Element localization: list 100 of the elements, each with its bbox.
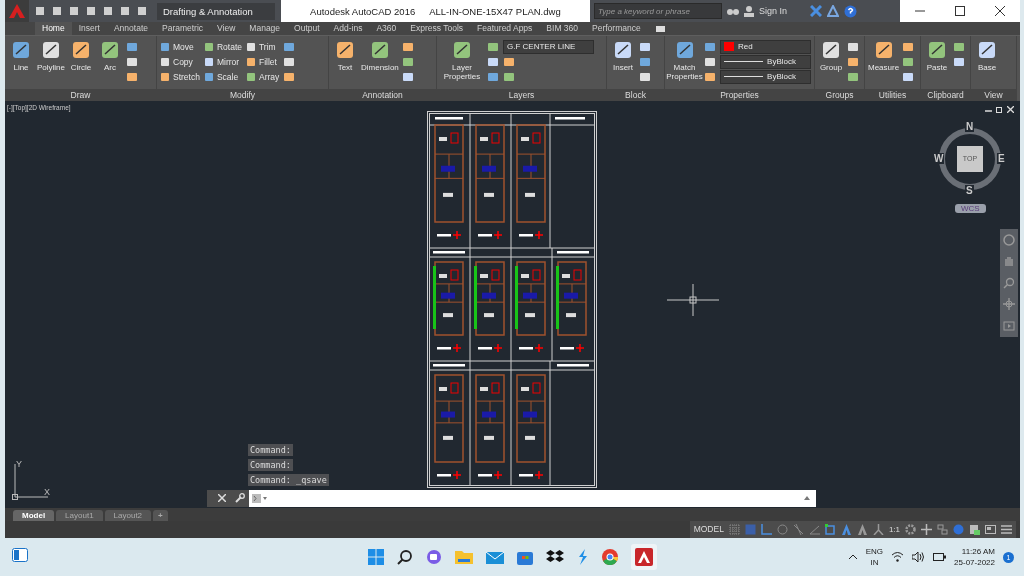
panel-title[interactable]: Draw (5, 88, 156, 101)
language-label[interactable]: ENG (865, 546, 884, 557)
compass-letter[interactable]: E (997, 152, 1006, 164)
tool-icon[interactable] (639, 55, 651, 68)
lightning-icon[interactable] (576, 549, 589, 565)
tool-icon[interactable] (126, 70, 138, 83)
ribbon-tab[interactable]: BIM 360 (539, 22, 585, 35)
property-dropdown[interactable]: Red (720, 39, 811, 54)
ribbon-tool-button[interactable]: Trim (246, 41, 280, 52)
network-icon[interactable] (827, 5, 840, 17)
compass-letter[interactable]: S (965, 184, 974, 196)
ribbon-tool-button[interactable]: Group (818, 39, 844, 89)
panel-title[interactable]: View (971, 88, 1016, 101)
ribbon-tab[interactable]: Featured Apps (470, 22, 540, 35)
annotation-scale-button[interactable]: 1:1 (888, 525, 900, 534)
ribbon-tool-button[interactable]: Text (332, 39, 358, 89)
folder-icon[interactable] (454, 549, 473, 565)
panel-title[interactable]: Groups (815, 88, 864, 101)
exchange-icon[interactable] (810, 5, 823, 17)
speaker-icon[interactable] (912, 552, 926, 562)
history-dropdown-icon[interactable] (804, 496, 810, 501)
tool-icon[interactable] (401, 40, 414, 53)
tool-icon[interactable] (283, 40, 296, 53)
ribbon-tab[interactable]: Add-ins (326, 22, 370, 35)
ribbon-tool-button[interactable]: Rotate (203, 41, 242, 52)
mail-icon[interactable] (485, 550, 504, 564)
tool-icon[interactable] (503, 55, 515, 68)
clock-time[interactable]: 11:26 AM (961, 546, 995, 557)
clock-date[interactable]: 25-07-2022 (954, 557, 995, 568)
autocad-taskbar-button[interactable] (630, 544, 657, 570)
ribbon-tool-button[interactable]: Dimension (361, 39, 399, 89)
panel-title[interactable]: Utilities (865, 88, 920, 101)
close-icon[interactable] (995, 6, 1005, 16)
panel-title[interactable]: Clipboard (921, 88, 970, 101)
ribbon-tab[interactable]: Manage (242, 22, 288, 35)
panel-title[interactable]: Modify (157, 88, 328, 101)
ribbon-tab[interactable]: A360 (369, 22, 404, 35)
ribbon-tool-button[interactable]: Circle (68, 39, 94, 89)
tool-icon[interactable] (847, 70, 859, 83)
region-label[interactable]: IN (870, 557, 879, 568)
search-field[interactable]: Type a keyword or phrase (594, 3, 722, 19)
application-menu-button[interactable] (5, 0, 29, 22)
ribbon-tool-button[interactable]: Base (974, 39, 1000, 89)
tool-icon[interactable] (283, 70, 296, 83)
panel-title[interactable]: Layers (437, 88, 606, 101)
menu-icon[interactable] (1001, 524, 1012, 535)
panel-title[interactable]: Properties (665, 88, 814, 101)
tool-icon[interactable] (902, 40, 915, 53)
ribbon-tool-button[interactable]: Scale (203, 71, 242, 82)
tool-icon[interactable] (487, 70, 499, 83)
tool-icon[interactable] (639, 40, 651, 53)
command-input-field[interactable] (249, 489, 816, 507)
zoom-icon[interactable] (1003, 276, 1015, 289)
ribbon-tool-button[interactable]: Polyline (37, 39, 65, 89)
store-icon[interactable] (516, 549, 533, 565)
ribbon-tab[interactable]: Performance (585, 22, 648, 35)
tool-icon[interactable] (283, 55, 296, 68)
ribbon-tool-button[interactable]: Mirror (203, 56, 242, 67)
steering-wheel-icon[interactable] (1003, 233, 1015, 246)
ribbon-tool-button[interactable]: Match Properties (668, 39, 701, 89)
restore-icon[interactable] (996, 105, 1003, 113)
plus-icon[interactable] (921, 524, 932, 535)
ribbon-tool-button[interactable]: Arc (97, 39, 123, 89)
tool-icon[interactable] (487, 55, 499, 68)
model-space-button[interactable]: MODEL (693, 524, 724, 535)
ribbon-tool-button[interactable]: Layer Properties (440, 39, 484, 89)
tool-icon[interactable] (401, 55, 414, 68)
help-icon[interactable] (844, 4, 858, 18)
panel-title[interactable]: Block (607, 88, 664, 101)
start-icon[interactable] (367, 549, 384, 565)
dropbox-icon[interactable] (545, 549, 564, 565)
tool-icon[interactable] (487, 40, 499, 53)
ribbon-tab[interactable]: Annotate (106, 22, 155, 35)
orbit-icon[interactable] (1003, 298, 1015, 311)
workspace-dropdown[interactable]: Drafting & Annotation (157, 2, 275, 20)
ribbon-tool-button[interactable]: Move (160, 41, 200, 52)
panel-title[interactable]: Annotation (329, 88, 436, 101)
ribbon-tool-button[interactable]: Insert (610, 39, 636, 89)
ucs-menu-button[interactable]: WCS (955, 203, 986, 213)
property-dropdown[interactable]: G.F CENTER LINE (503, 39, 594, 54)
tool-icon[interactable] (704, 70, 716, 83)
ribbon-tool-button[interactable]: Array (246, 71, 280, 82)
ribbon-tool-button[interactable]: Measure (868, 39, 900, 89)
ribbon-tab[interactable]: Parametric (155, 22, 211, 35)
chevron-up-icon[interactable] (847, 554, 858, 560)
tool-icon[interactable] (639, 70, 651, 83)
chat-icon[interactable] (425, 549, 442, 565)
wifi-icon[interactable] (891, 552, 905, 562)
gear-icon[interactable] (905, 524, 916, 535)
tool-icon[interactable] (847, 55, 859, 68)
ribbon-tool-button[interactable]: Fillet (246, 56, 280, 67)
tool-icon[interactable] (704, 55, 716, 68)
ribbon-tool-button[interactable]: Line (8, 39, 34, 89)
binoculars-icon[interactable] (727, 6, 739, 16)
compass-letter[interactable]: N (965, 120, 975, 132)
chrome-icon[interactable] (601, 549, 618, 565)
tool-icon[interactable] (902, 70, 915, 83)
object-snap-icon[interactable] (824, 524, 836, 535)
tool-icon[interactable] (902, 55, 915, 68)
tool-icon[interactable] (953, 40, 965, 53)
